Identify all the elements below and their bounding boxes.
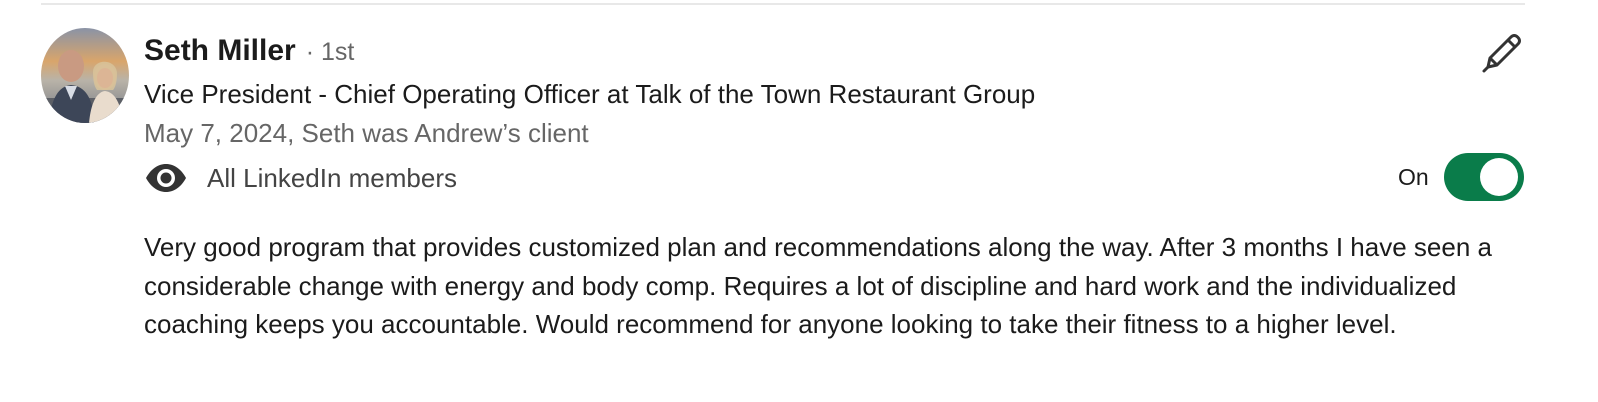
recommendation-meta: May 7, 2024, Seth was Andrew’s client	[144, 118, 589, 148]
toggle-knob	[1480, 158, 1518, 196]
author-headline: Vice President - Chief Operating Officer…	[144, 79, 1036, 109]
top-divider	[41, 3, 1525, 5]
visibility-toggle[interactable]	[1444, 153, 1524, 201]
eye-icon	[146, 164, 186, 192]
connection-degree: · 1st	[305, 38, 355, 66]
avatar[interactable]	[41, 28, 129, 123]
author-name-row: Seth Miller · 1st	[144, 34, 354, 70]
recommendation-card: Seth Miller · 1st Vice President - Chief…	[0, 0, 1598, 402]
visibility-setting: All LinkedIn members	[144, 160, 457, 196]
author-name[interactable]: Seth Miller	[144, 34, 296, 68]
visibility-label: All LinkedIn members	[207, 162, 457, 193]
edit-button[interactable]	[1478, 29, 1526, 77]
pencil-icon	[1482, 34, 1521, 73]
recommendation-text: Very good program that provides customiz…	[144, 232, 1492, 340]
toggle-label: On	[1398, 164, 1429, 190]
